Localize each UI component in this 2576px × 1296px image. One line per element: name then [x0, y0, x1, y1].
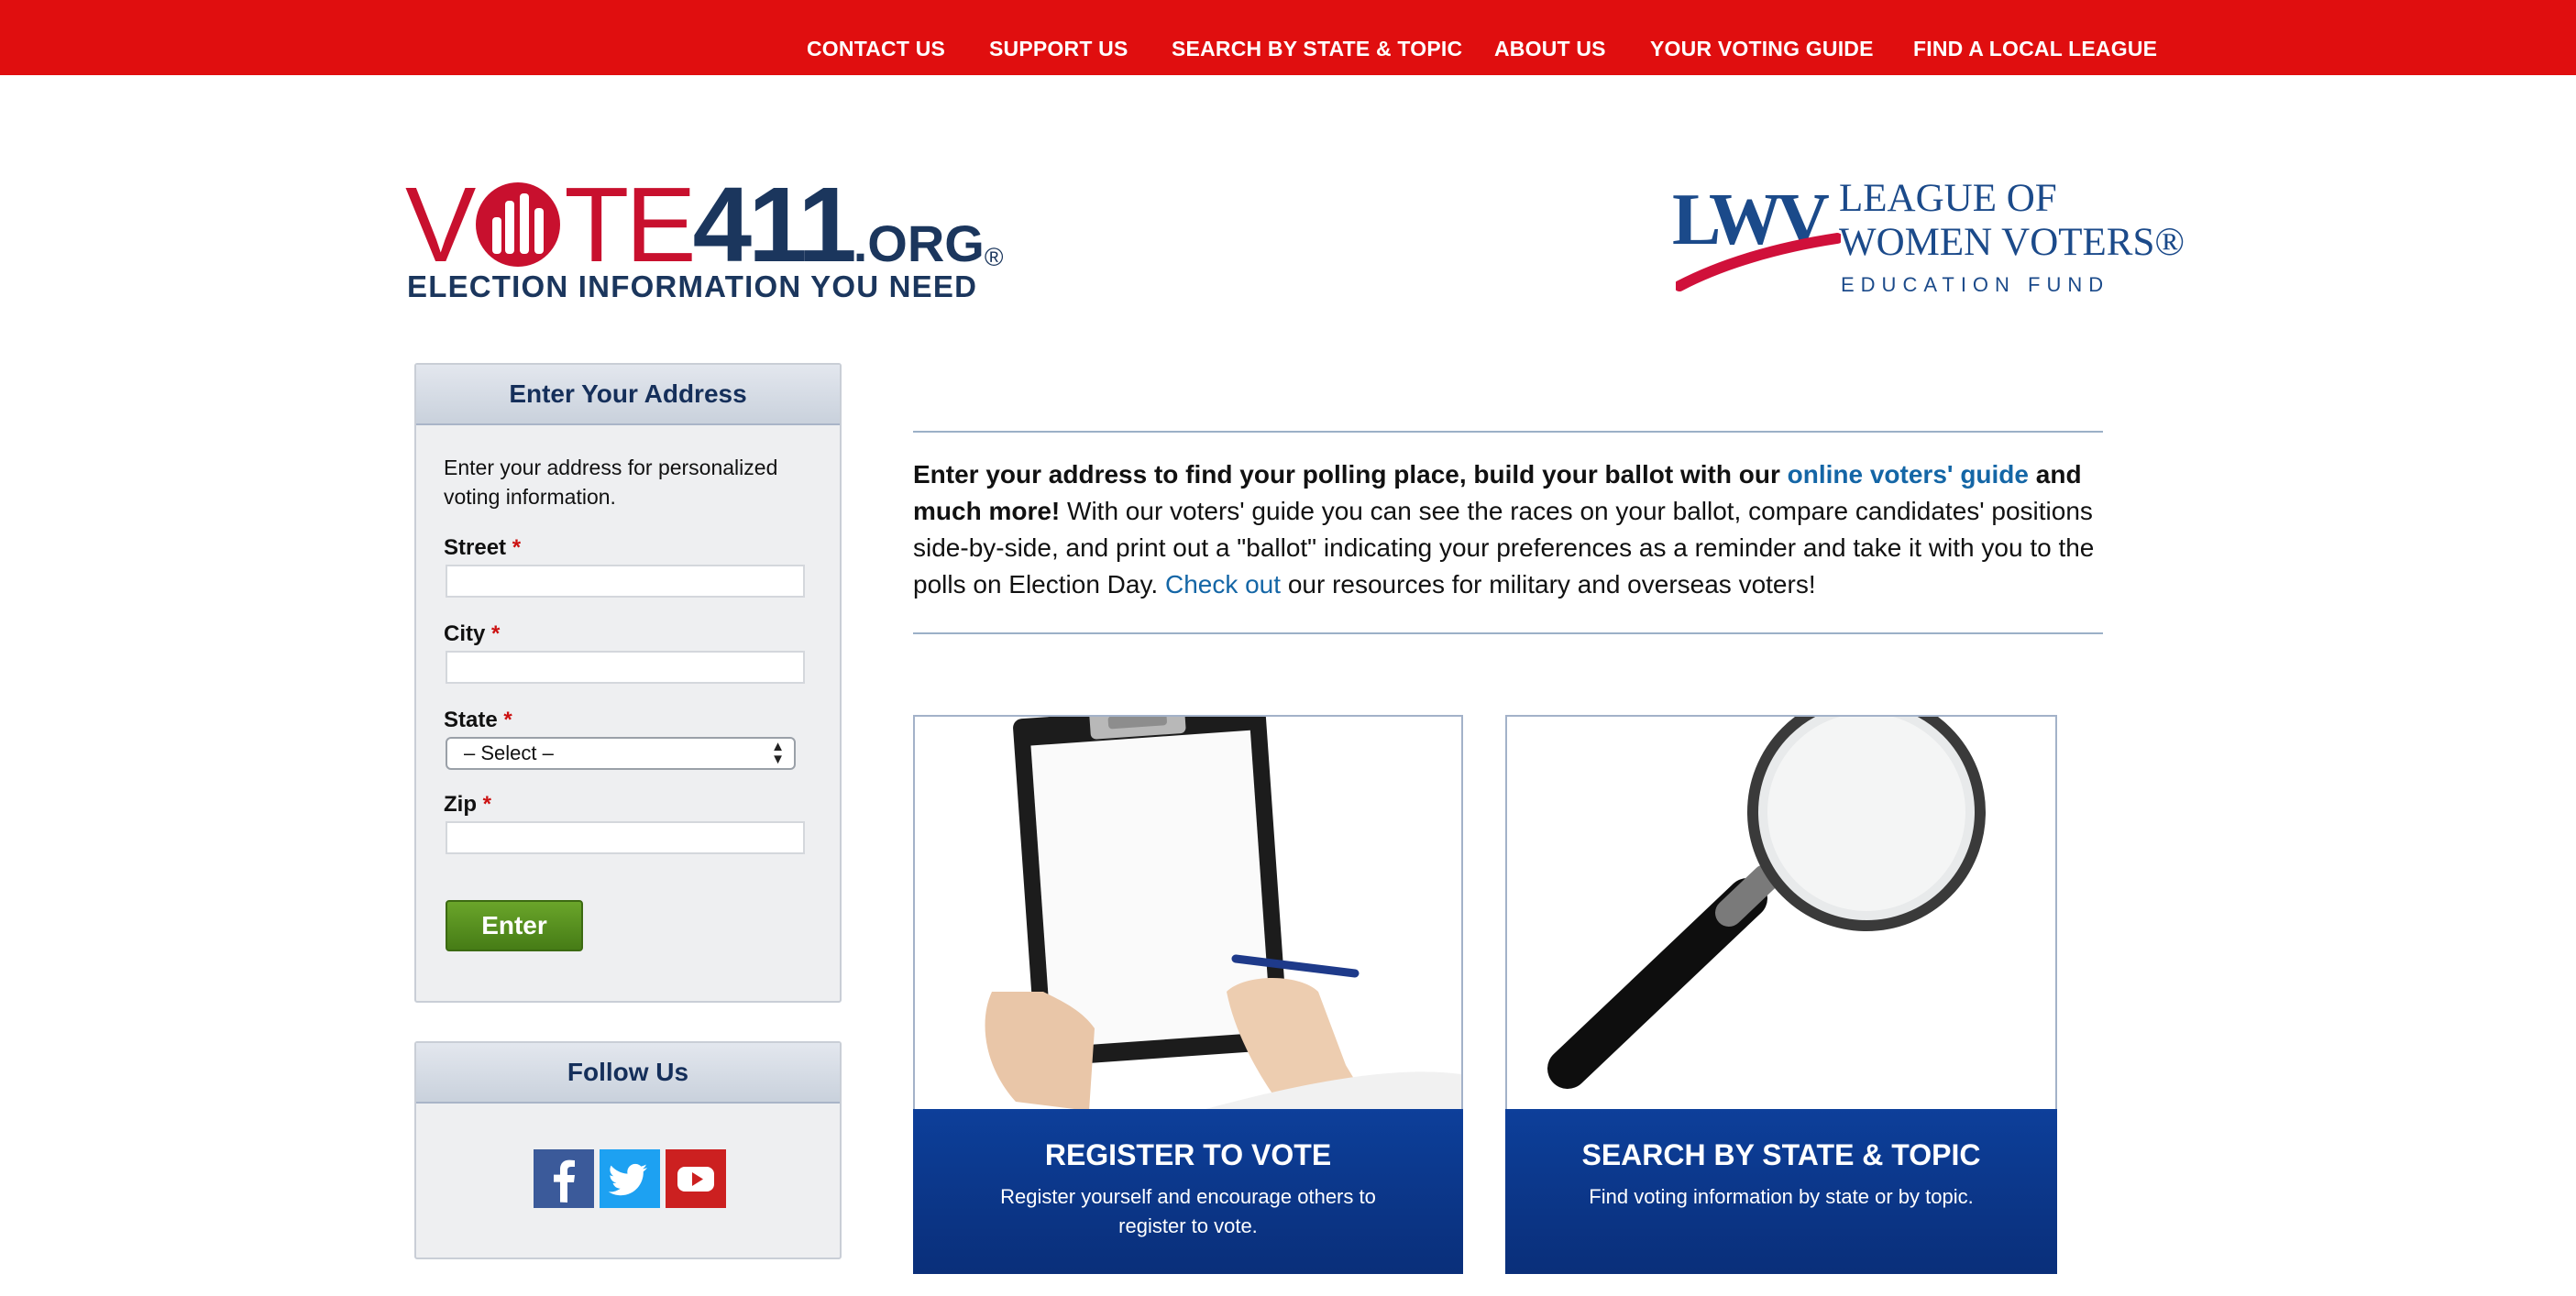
search-card-title: SEARCH BY STATE & TOPIC	[1581, 1138, 1981, 1171]
logo-letters-te: TE	[564, 165, 696, 284]
top-nav-bar: CONTACT US SUPPORT US SEARCH BY STATE & …	[0, 0, 2576, 75]
address-panel: Enter Your Address Enter your address fo…	[414, 363, 842, 1003]
street-label: Street *	[444, 535, 521, 561]
divider-top	[913, 431, 2103, 433]
nav-find-a-local-league[interactable]: FIND A LOCAL LEAGUE	[1913, 35, 2157, 62]
follow-panel: Follow Us	[414, 1041, 842, 1259]
twitter-icon[interactable]	[600, 1149, 660, 1208]
logo-registered-mark: ®	[984, 243, 1004, 271]
nav-search-by-state-topic[interactable]: SEARCH BY STATE & TOPIC	[1172, 35, 1462, 62]
city-input[interactable]	[446, 651, 805, 684]
street-input[interactable]	[446, 565, 805, 598]
lwv-swoosh-icon	[1676, 233, 1841, 291]
nav-your-voting-guide[interactable]: YOUR VOTING GUIDE	[1650, 35, 1874, 62]
logo-letter-v: V	[405, 165, 476, 284]
search-by-state-topic-card[interactable]: SEARCH BY STATE & TOPIC Find voting info…	[1505, 715, 2057, 1274]
register-card-desc: Register yourself and encourage others t…	[1000, 1185, 1376, 1237]
lwv-name-line3: EDUCATION FUND	[1841, 273, 2110, 296]
select-arrows-icon: ▲ ▼	[771, 739, 785, 767]
state-select[interactable]: – Select – ▲ ▼	[446, 737, 796, 770]
lwv-name-line2: WOMEN VOTERS®	[1839, 221, 2185, 264]
follow-panel-title: Follow Us	[416, 1043, 840, 1104]
city-label: City *	[444, 621, 500, 647]
state-label-text: State	[444, 708, 498, 732]
street-label-text: Street	[444, 535, 507, 560]
address-panel-title: Enter Your Address	[416, 365, 840, 425]
required-marker: *	[512, 535, 522, 560]
facebook-icon[interactable]	[534, 1149, 594, 1208]
clipboard-icon	[915, 717, 1461, 1111]
lwv-name-line1: LEAGUE OF	[1839, 177, 2057, 220]
youtube-icon[interactable]	[666, 1149, 726, 1208]
nav-support-us[interactable]: SUPPORT US	[989, 35, 1128, 62]
zip-label: Zip *	[444, 792, 491, 818]
divider-bottom	[913, 632, 2103, 634]
required-marker: *	[503, 708, 512, 732]
required-marker: *	[491, 621, 501, 646]
register-card-footer: REGISTER TO VOTE Register yourself and e…	[913, 1109, 1463, 1274]
zip-input[interactable]	[446, 821, 805, 854]
logo-number-411: 411	[692, 165, 857, 284]
magnifying-glass-icon	[1507, 717, 2055, 1111]
raised-hands-icon	[474, 181, 562, 269]
city-label-text: City	[444, 621, 486, 646]
intro-paragraph: Enter your address to find your polling …	[913, 456, 2105, 603]
intro-bold-lead: Enter your address to find your polling …	[913, 460, 1780, 489]
nav-about-us[interactable]: ABOUT US	[1494, 35, 1606, 62]
logo-org: .ORG	[853, 214, 985, 272]
register-card-title: REGISTER TO VOTE	[1044, 1138, 1332, 1171]
intro-body2: our resources for military and overseas …	[1287, 570, 1816, 599]
lwv-logo[interactable]: LWV LEAGUE OF WOMEN VOTERS® EDUCATION FU…	[1672, 178, 2185, 306]
check-out-link[interactable]: Check out	[1165, 570, 1281, 599]
address-panel-intro: Enter your address for personalized voti…	[444, 456, 778, 509]
state-label: State *	[444, 708, 512, 733]
search-card-footer: SEARCH BY STATE & TOPIC Find voting info…	[1505, 1109, 2057, 1274]
search-card-desc: Find voting information by state or by t…	[1589, 1185, 1974, 1208]
zip-label-text: Zip	[444, 792, 477, 817]
nav-contact-us[interactable]: CONTACT US	[807, 35, 945, 62]
enter-button[interactable]: Enter	[446, 900, 583, 951]
online-voters-guide-link[interactable]: online voters' guide	[1788, 460, 2029, 489]
vote411-logo[interactable]: V TE411.ORG® ELECTION INFORMATION YOU NE…	[405, 171, 1004, 312]
required-marker: *	[482, 792, 492, 817]
register-to-vote-card[interactable]: REGISTER TO VOTE Register yourself and e…	[913, 715, 1463, 1274]
vote411-wordmark: V TE411.ORG®	[405, 171, 1004, 278]
state-select-value: – Select –	[464, 741, 554, 764]
vote411-tagline: ELECTION INFORMATION YOU NEED	[407, 269, 978, 303]
